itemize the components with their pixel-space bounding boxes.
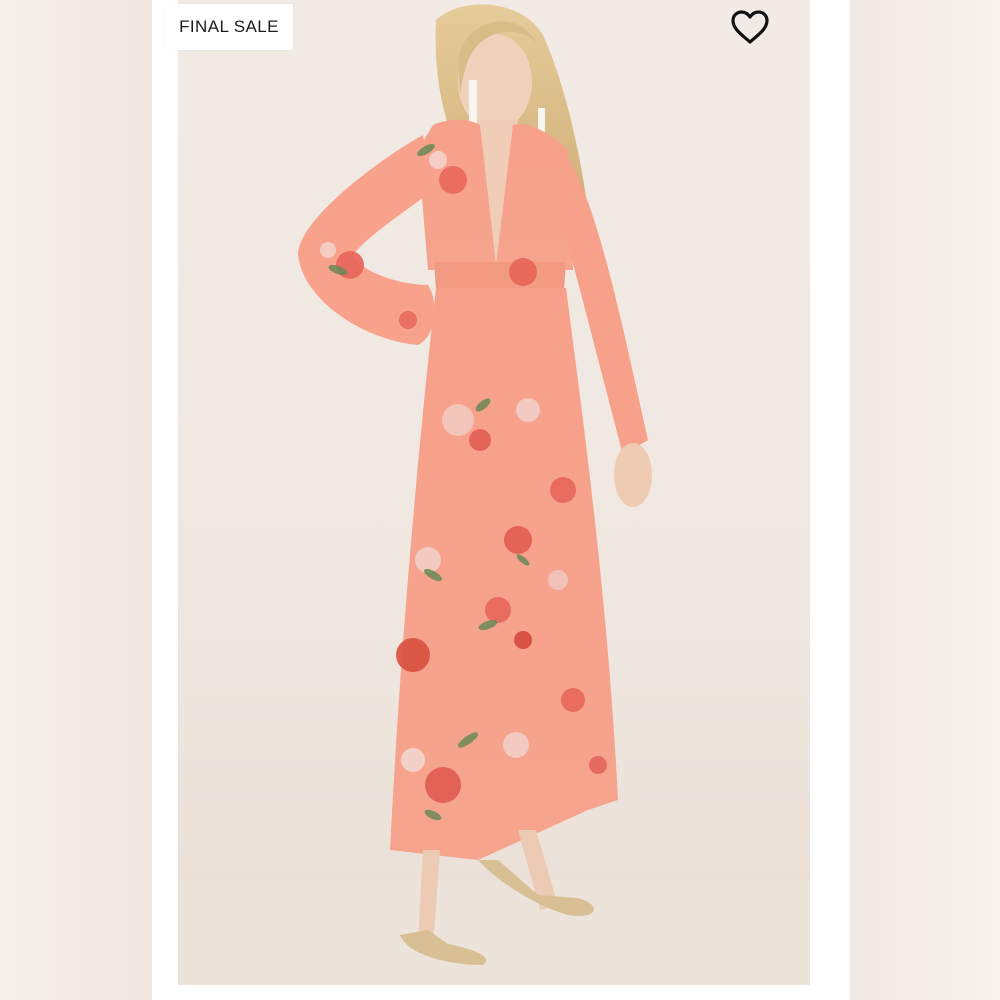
- model-illustration: [178, 4, 810, 985]
- blurred-background-left: [0, 0, 152, 1000]
- blurred-background-right: [850, 0, 1000, 1000]
- product-photo: [178, 0, 810, 985]
- final-sale-badge: FINAL SALE: [165, 4, 293, 50]
- final-sale-label: FINAL SALE: [179, 17, 279, 36]
- favorite-button[interactable]: [728, 6, 772, 48]
- heart-outline-icon: [731, 10, 769, 44]
